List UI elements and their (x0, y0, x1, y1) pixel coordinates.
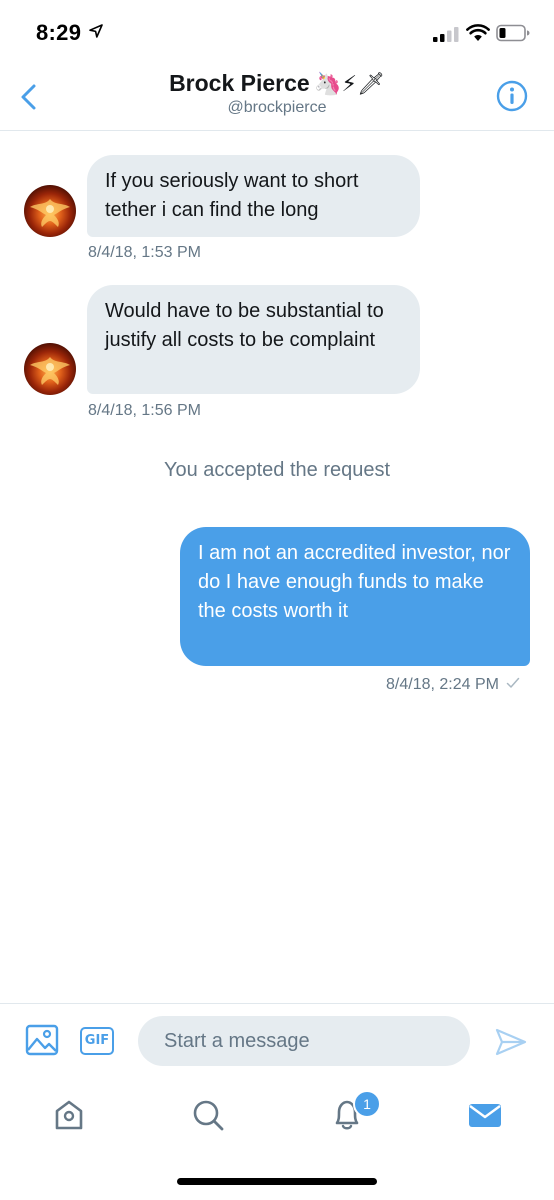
messages-icon[interactable] (465, 1095, 505, 1135)
location-arrow-icon (89, 24, 103, 38)
message-timestamp: 8/4/18, 1:53 PM (88, 244, 201, 261)
header-title[interactable]: Brock Pierce 🦄⚡🗡 @brockpierce (0, 68, 554, 118)
status-bar: 8:29 (0, 0, 554, 62)
contact-handle: @brockpierce (227, 99, 327, 116)
contact-name-line: Brock Pierce 🦄⚡🗡 (0, 68, 554, 98)
phoenix-avatar-image (30, 357, 70, 385)
status-time: 8:29 (36, 20, 82, 45)
contact-avatar[interactable] (24, 185, 76, 237)
message-bubble-outgoing[interactable]: I am not an accredited investor, nor do … (180, 527, 530, 666)
message-timestamp: 8/4/18, 2:24 PM (386, 676, 499, 693)
send-icon[interactable] (494, 1026, 528, 1058)
info-circle-icon[interactable] (496, 80, 528, 112)
message-timestamp-outgoing: 8/4/18, 2:24 PM (386, 676, 520, 694)
home-icon[interactable] (49, 1095, 89, 1135)
conversation-header: Brock Pierce 🦄⚡🗡 @brockpierce (0, 62, 554, 131)
wifi-icon (466, 24, 490, 41)
search-icon[interactable] (188, 1095, 228, 1135)
signal-bars-icon (433, 27, 459, 42)
message-timestamp: 8/4/18, 1:56 PM (88, 402, 201, 419)
home-indicator[interactable] (177, 1178, 377, 1185)
battery-icon (496, 24, 530, 42)
system-message: You accepted the request (163, 459, 391, 481)
message-input[interactable] (138, 1016, 470, 1066)
gif-button[interactable]: GIF (80, 1027, 114, 1055)
message-bubble-incoming[interactable]: If you seriously want to short tether i … (87, 155, 420, 237)
phoenix-avatar-image (30, 199, 70, 227)
contact-name-emoji: 🦄⚡🗡 (314, 71, 385, 96)
contact-avatar[interactable] (24, 343, 76, 395)
message-bubble-incoming[interactable]: Would have to be substantial to justify … (87, 285, 420, 394)
image-icon[interactable] (25, 1023, 59, 1057)
contact-name: Brock Pierce (169, 70, 310, 96)
message-composer: GIF (0, 1003, 554, 1078)
notification-count-badge: 1 (353, 1090, 381, 1118)
checkmark-icon (507, 677, 520, 688)
